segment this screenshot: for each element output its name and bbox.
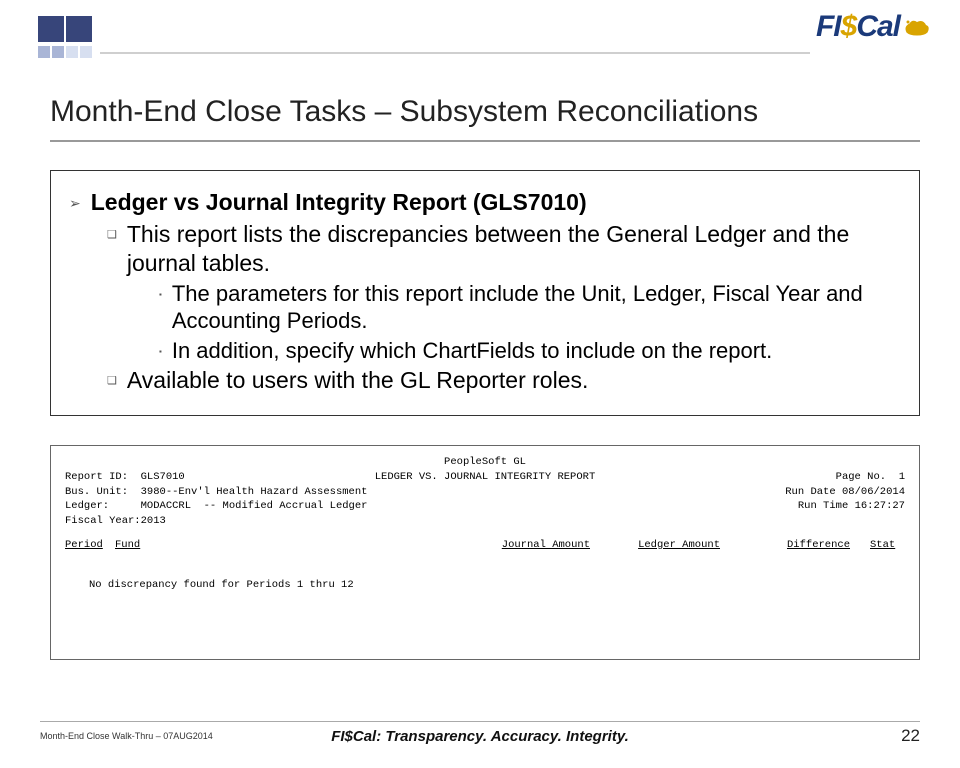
content-box: ➢ Ledger vs Journal Integrity Report (GL… — [50, 170, 920, 416]
bullet-level3: ▪ In addition, specify which ChartFields… — [159, 337, 901, 365]
report-system: PeopleSoft GL — [444, 456, 526, 468]
bullet-marker: ❑ — [107, 374, 117, 387]
logo-text: FI$Cal — [816, 10, 900, 44]
bullet-text: Available to users with the GL Reporter … — [127, 366, 589, 395]
bullet-marker: ➢ — [69, 195, 81, 212]
report-ledger: Ledger: MODACCRL -- Modified Accrual Led… — [65, 499, 367, 514]
bullet-level2: ❑ Available to users with the GL Reporte… — [107, 366, 901, 395]
bullet-text: In addition, specify which ChartFields t… — [172, 337, 772, 365]
bullet-level1: ➢ Ledger vs Journal Integrity Report (GL… — [69, 189, 901, 216]
report-body: No discrepancy found for Periods 1 thru … — [65, 579, 905, 591]
slide: FI$Cal Month-End Close Tasks – Subsystem… — [0, 0, 960, 768]
bear-icon — [902, 16, 932, 38]
fiscal-logo: FI$Cal — [816, 10, 932, 44]
page-number: 22 — [901, 726, 920, 746]
bullet-level3: ▪ The parameters for this report include… — [159, 280, 901, 335]
report-screenshot: PeopleSoft GL Report ID: GLS7010 LEDGER … — [50, 445, 920, 660]
decorative-squares — [38, 16, 92, 58]
bullet-marker: ▪ — [159, 347, 162, 356]
slide-title: Month-End Close Tasks – Subsystem Reconc… — [50, 95, 758, 129]
report-page: Page No. 1 — [836, 470, 905, 485]
report-title: LEDGER VS. JOURNAL INTEGRITY REPORT — [375, 470, 596, 485]
bullet-text: The parameters for this report include t… — [172, 280, 901, 335]
bullet-text: Ledger vs Journal Integrity Report (GLS7… — [91, 189, 587, 216]
bullet-marker: ❑ — [107, 228, 117, 241]
bullet-level2: ❑ This report lists the discrepancies be… — [107, 220, 901, 278]
report-fy: Fiscal Year:2013 — [65, 514, 166, 529]
report-id: Report ID: GLS7010 — [65, 470, 185, 485]
report-columns: Period Fund Journal Amount Ledger Amount… — [65, 539, 905, 551]
title-underline — [50, 140, 920, 142]
report-unit: Bus. Unit: 3980--Env'l Health Hazard Ass… — [65, 485, 367, 500]
header-divider — [100, 52, 810, 54]
footer-left: Month-End Close Walk-Thru – 07AUG2014 — [40, 731, 213, 741]
bullet-marker: ▪ — [159, 290, 162, 299]
bullet-text: This report lists the discrepancies betw… — [127, 220, 901, 278]
footer-tagline: FI$Cal: Transparency. Accuracy. Integrit… — [331, 728, 629, 745]
report-date: Run Date 08/06/2014 — [785, 485, 905, 500]
report-time: Run Time 16:27:27 — [798, 499, 905, 514]
slide-footer: Month-End Close Walk-Thru – 07AUG2014 FI… — [40, 721, 920, 746]
